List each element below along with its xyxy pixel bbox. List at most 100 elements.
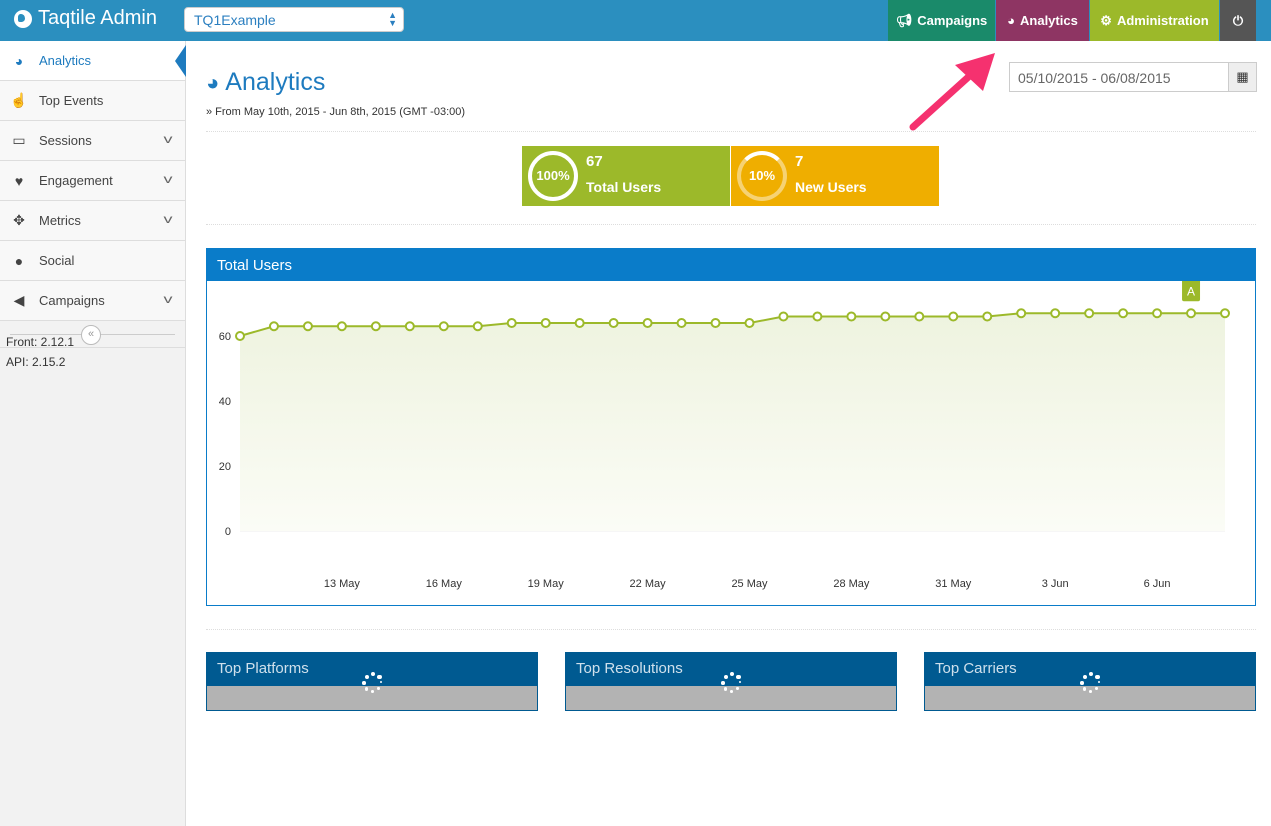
x-tick-label: 19 May <box>528 578 565 590</box>
chevron-down-icon: v <box>163 172 173 186</box>
dashboard-icon: ◕ <box>206 69 220 95</box>
chevron-down-icon: v <box>163 212 173 226</box>
data-point <box>846 311 857 322</box>
data-point <box>540 318 551 328</box>
gear-icon: ⚙ <box>1100 12 1112 28</box>
dashboard-icon: ◕ <box>14 52 24 69</box>
sidebar-item-social[interactable]: ● Social <box>0 241 185 281</box>
panel-title: Total Users <box>207 249 1255 281</box>
nav-administration[interactable]: ⚙ Administration <box>1090 0 1219 41</box>
data-point <box>235 331 245 341</box>
data-point <box>880 311 891 322</box>
y-tick-label: 0 <box>225 526 231 538</box>
sidebar-item-analytics[interactable]: ◕ Analytics <box>0 41 186 81</box>
data-point <box>506 318 517 328</box>
brand[interactable]: Taqtile Admin <box>14 7 157 30</box>
stat-label: New Users <box>795 179 867 195</box>
sidebar-item-engagement[interactable]: ♥ Engagement v <box>0 161 185 201</box>
x-tick-label: 6 Jun <box>1144 578 1171 590</box>
stat-new-users: 10% 7 New Users <box>731 146 939 206</box>
total-users-chart: 02040608013 May16 May19 May22 May25 May2… <box>219 281 1230 590</box>
data-point <box>982 311 993 322</box>
page-title-text: Analytics <box>225 68 326 96</box>
top-carriers-panel: Top Carriers <box>924 652 1256 711</box>
hand-pointer-icon: ☝ <box>10 92 28 108</box>
annotation-arrow <box>909 53 995 131</box>
bullhorn-icon: ◀ <box>13 292 25 308</box>
divider <box>206 629 1256 630</box>
loading-spinner-icon <box>361 671 385 695</box>
calendar-icon[interactable]: ▦ <box>1228 63 1256 91</box>
data-point <box>778 311 789 322</box>
stat-label: Total Users <box>586 179 662 195</box>
nav-label: Analytics <box>1020 13 1078 28</box>
loading-spinner-icon <box>720 671 744 695</box>
sidebar-item-label: Engagement <box>39 173 113 188</box>
brand-name: Taqtile Admin <box>38 7 157 29</box>
data-point <box>642 318 653 328</box>
data-point <box>948 311 959 322</box>
data-point <box>302 321 313 332</box>
data-point <box>710 318 721 328</box>
date-range-picker[interactable]: 05/10/2015 - 06/08/2015 ▦ <box>1009 62 1257 92</box>
app-select[interactable]: TQ1Example ▲ ▼ <box>184 7 404 32</box>
percent-ring: 10% <box>737 151 787 201</box>
api-version: API: 2.15.2 <box>6 355 66 369</box>
date-range-input[interactable]: 05/10/2015 - 06/08/2015 <box>1010 63 1228 91</box>
sidebar-item-sessions[interactable]: ▭ Sessions v <box>0 121 185 161</box>
x-tick-label: 22 May <box>630 578 667 590</box>
top-platforms-panel: Top Platforms <box>206 652 538 711</box>
y-tick-label: 20 <box>219 461 231 473</box>
data-point <box>1152 308 1163 319</box>
data-point <box>1016 308 1027 319</box>
sidebar: ◕ Analytics ☝ Top Events ▭ Sessions v ♥ Engag… <box>0 41 186 826</box>
data-point <box>1118 308 1129 319</box>
x-tick-label: 31 May <box>935 578 972 590</box>
data-point <box>812 311 823 322</box>
front-version: Front: 2.12.1 <box>6 335 75 349</box>
data-point <box>472 321 483 332</box>
versions: Front: 2.12.1 API: 2.15.2 <box>6 332 74 372</box>
data-point <box>370 321 381 332</box>
collapse-sidebar-button[interactable]: « <box>81 325 101 345</box>
sidebar-item-campaigns[interactable]: ◀ Campaigns v <box>0 281 185 321</box>
stat-value: 67 <box>586 153 603 170</box>
sidebar-item-label: Metrics <box>39 213 81 228</box>
sidebar-item-label: Top Events <box>39 93 104 108</box>
data-point <box>574 318 585 328</box>
nav-campaigns[interactable]: 📢︎ Campaigns <box>888 0 995 41</box>
date-subtitle: » From May 10th, 2015 - Jun 8th, 2015 (G… <box>206 106 466 118</box>
percent-ring: 100% <box>528 151 578 201</box>
sidebar-item-top-events[interactable]: ☝ Top Events <box>0 81 185 121</box>
x-tick-label: 16 May <box>426 578 463 590</box>
loading-spinner-icon <box>1079 671 1103 695</box>
data-point <box>336 321 347 332</box>
heart-icon: ♥ <box>14 172 24 189</box>
nav-analytics[interactable]: ◕ Analytics <box>996 0 1089 41</box>
arrows-icon: ✥ <box>13 212 25 228</box>
desktop-icon: ▭ <box>12 132 26 148</box>
sidebar-item-label: Campaigns <box>39 293 105 308</box>
sidebar-item-metrics[interactable]: ✥ Metrics v <box>0 201 185 241</box>
page-title: ◕ Analytics <box>206 68 325 97</box>
power-icon: ⏻ <box>1232 12 1244 28</box>
total-users-panel: Total Users 02040608013 May16 May19 May2… <box>206 248 1256 606</box>
data-point <box>404 321 415 332</box>
data-point <box>608 318 619 328</box>
comment-icon: ● <box>14 252 24 269</box>
data-point <box>1220 308 1230 319</box>
x-tick-label: 28 May <box>833 578 870 590</box>
data-point <box>1050 308 1061 319</box>
bullhorn-icon: 📢︎ <box>895 12 913 28</box>
data-point <box>1084 308 1095 319</box>
y-tick-label: 40 <box>219 396 231 408</box>
sidebar-item-label: Analytics <box>39 53 92 68</box>
dashboard-icon: ◕ <box>1007 13 1016 28</box>
x-tick-label: 3 Jun <box>1042 578 1069 590</box>
data-point <box>744 318 755 328</box>
logout-button[interactable]: ⏻ <box>1220 0 1256 41</box>
select-arrows-icon: ▲ ▼ <box>388 10 397 28</box>
stat-value: 7 <box>795 153 804 170</box>
globe-icon <box>14 9 32 28</box>
active-caret <box>175 45 186 77</box>
